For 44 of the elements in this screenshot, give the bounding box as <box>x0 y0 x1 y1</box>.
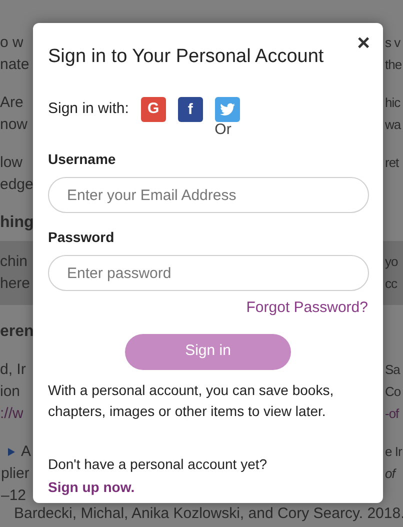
signup-prompt: Don't have a personal account yet? <box>48 454 268 474</box>
body-text: low <box>0 152 23 173</box>
body-text: Sa <box>385 361 400 380</box>
body-text: yo <box>385 253 398 272</box>
body-text: A <box>21 442 32 462</box>
field-label: Password <box>48 228 116 247</box>
body-text: ion <box>0 382 20 402</box>
body-text: –12 <box>1 486 26 506</box>
body-text: s v <box>385 34 400 52</box>
body-text: Are <box>0 92 24 113</box>
input-field[interactable]: Enter your Email Address <box>48 177 369 213</box>
section-heading: hing <box>0 213 34 233</box>
body-text: here <box>0 274 30 294</box>
facebook-sign-in-button[interactable]: f <box>178 97 203 122</box>
body-text: of <box>385 465 395 484</box>
bird-icon <box>220 103 235 116</box>
body-text: now <box>0 114 28 135</box>
google-sign-in-button[interactable]: G <box>140 97 166 122</box>
body-text: edge <box>0 174 34 195</box>
body-text: e Ir <box>385 443 402 462</box>
body-text: o w <box>0 32 24 53</box>
input-field[interactable]: Enter password <box>48 255 369 291</box>
body-text: cc <box>385 275 397 294</box>
body-text: the <box>385 56 402 74</box>
twitter-sign-in-button[interactable] <box>214 97 240 122</box>
info-text: With a personal account, you can save books, chapters, images or other items to view later. <box>48 380 335 421</box>
body-text: nate <box>0 54 30 75</box>
section-heading: eren <box>0 322 34 342</box>
forgot-password-link[interactable]: Forgot Password? <box>246 297 368 320</box>
body-text: Bardecki, Michal, Anika Kozlowski, and Cory Searcy. 2018. <box>14 504 403 524</box>
field-label: Username <box>48 150 117 169</box>
dialog-title: Sign in to Your Personal Account <box>48 45 324 69</box>
bullet-icon <box>8 448 15 456</box>
body-text: Co <box>385 383 401 402</box>
or-divider-text: Or <box>214 121 232 139</box>
sign-in-with-label: Sign in with: <box>48 99 129 120</box>
body-text: chin <box>0 252 28 272</box>
body-text: hic <box>385 94 400 112</box>
sign-up-link[interactable]: Sign up now. <box>48 476 135 498</box>
close-button[interactable]: × <box>357 33 370 53</box>
body-text: d, Ir <box>0 360 26 380</box>
body-text: ret <box>385 154 399 172</box>
body-text: plier <box>1 464 30 484</box>
body-text: wa <box>385 116 401 134</box>
